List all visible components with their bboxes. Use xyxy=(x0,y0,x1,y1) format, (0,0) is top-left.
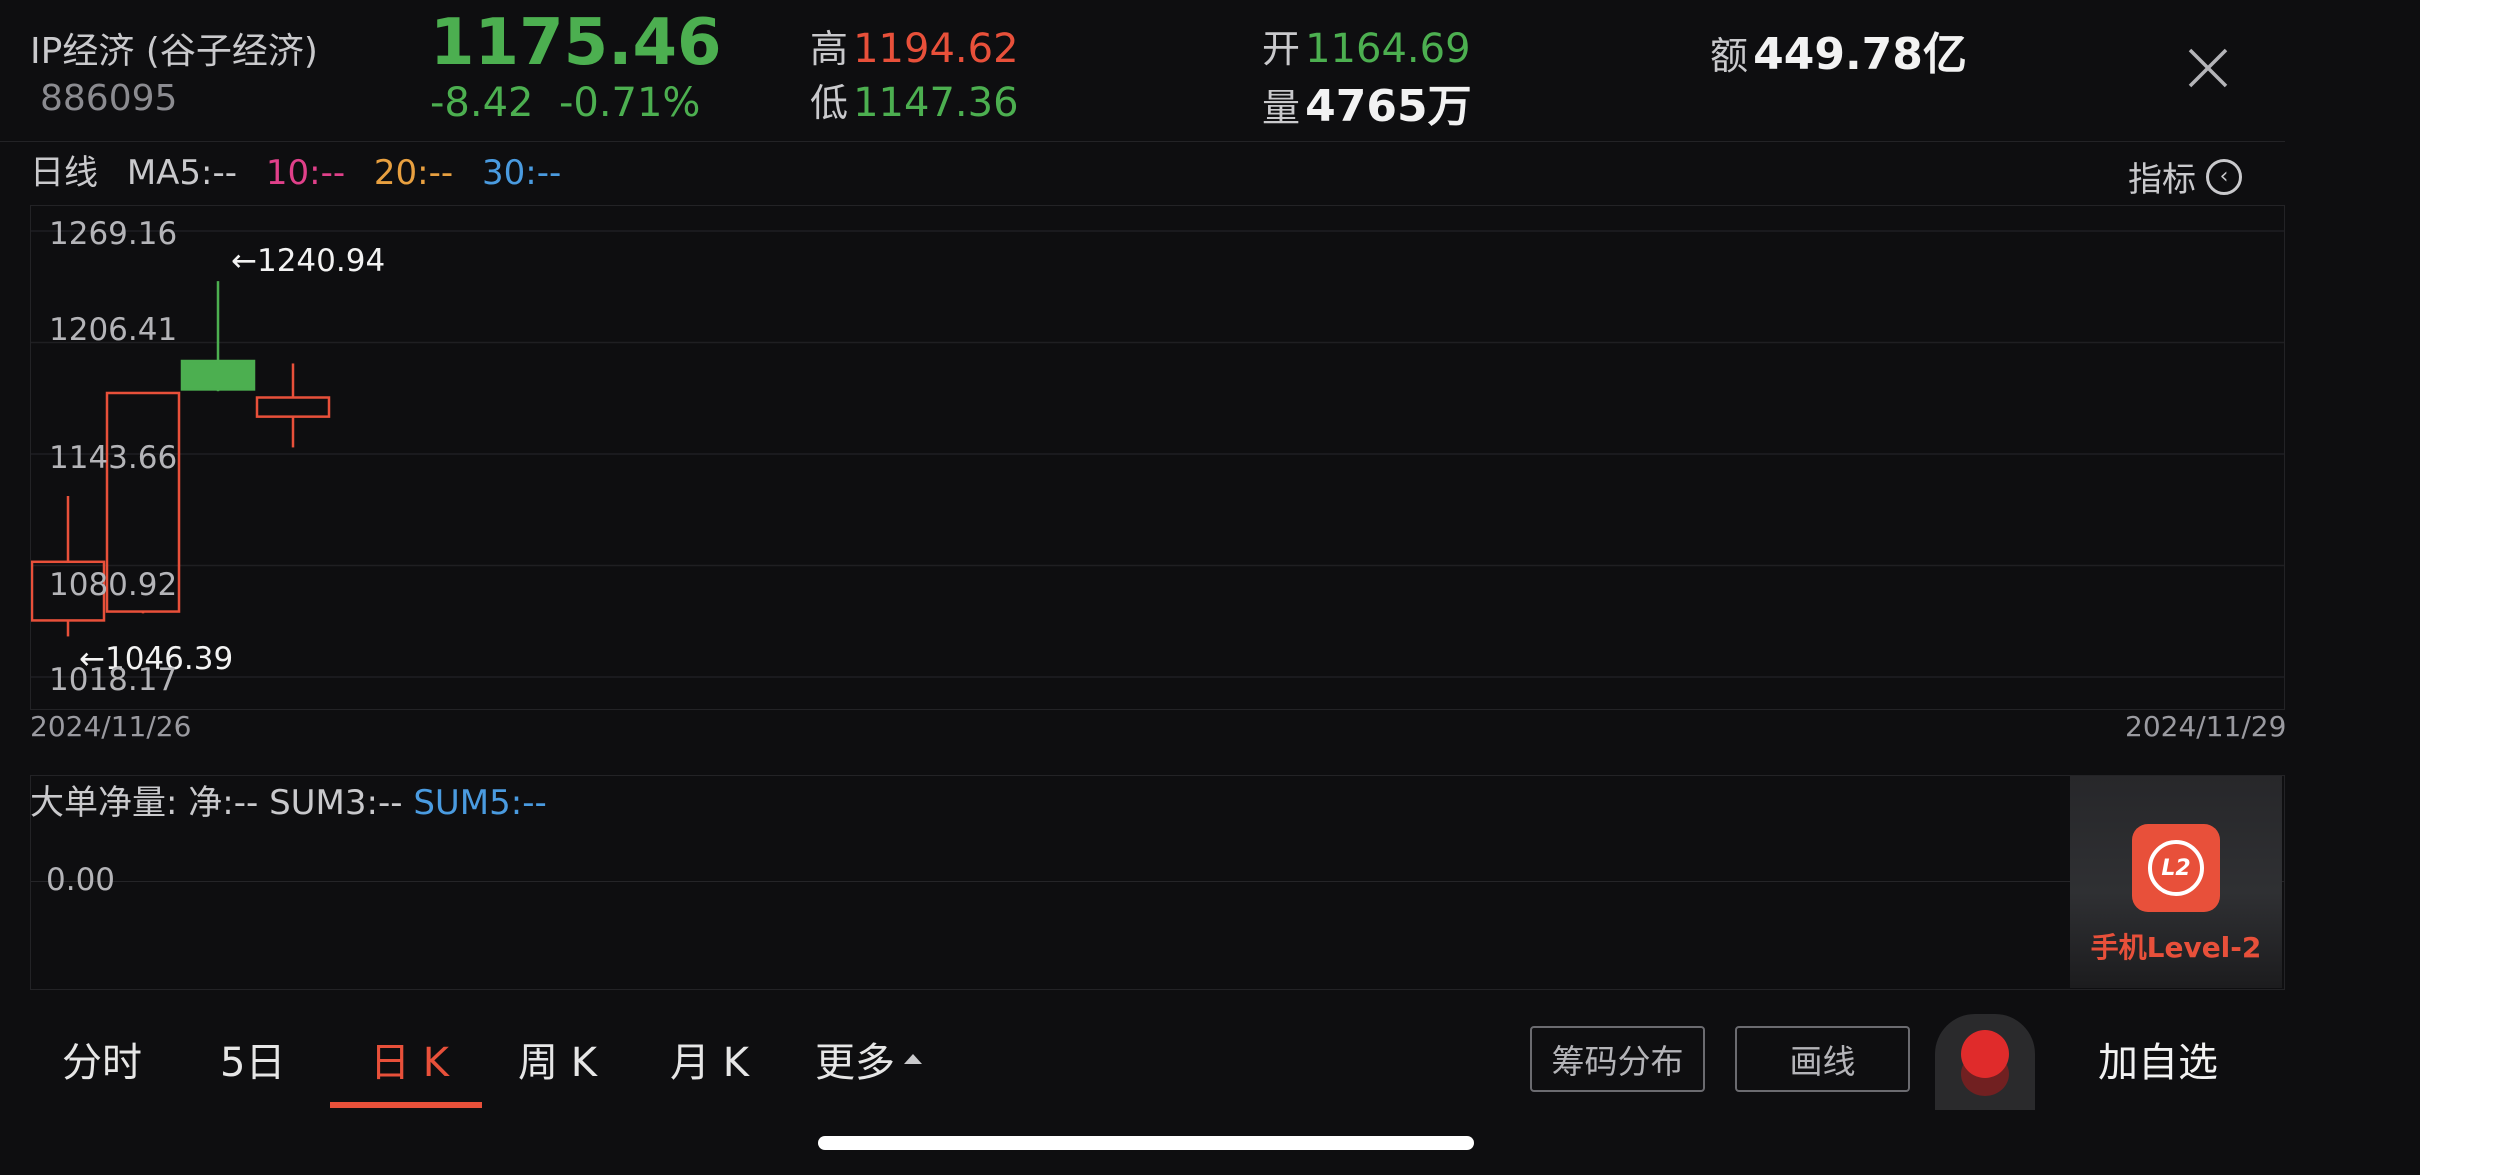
candle-body xyxy=(180,359,256,391)
record-dot-icon xyxy=(1961,1030,2009,1078)
tab-intraday[interactable]: 分时 xyxy=(62,1030,142,1088)
sum5-label: SUM5:-- xyxy=(413,783,547,823)
low-label: 低 xyxy=(810,81,849,125)
sum3-label: SUM3:-- xyxy=(269,783,403,823)
x-start-date: 2024/11/26 xyxy=(30,710,192,743)
active-tab-indicator xyxy=(330,1102,482,1108)
y-tick-label: 1143.66 xyxy=(49,440,178,476)
draw-line-button[interactable]: 画线 xyxy=(1735,1026,1910,1092)
close-icon[interactable] xyxy=(2184,44,2232,92)
ma5-label: MA5:-- xyxy=(126,153,238,193)
big-order-title: 大单净量: xyxy=(30,783,178,823)
home-indicator xyxy=(818,1136,1474,1150)
period-label: 日线 xyxy=(30,153,98,193)
app-window: IP经济 (谷子经济) 886095 1175.46 -8.42 -0.71% … xyxy=(0,0,2420,1175)
chevron-left-icon: ‹ xyxy=(2206,158,2242,195)
open-quote: 开 1164.69 xyxy=(1262,18,1471,73)
y-tick-label: 1206.41 xyxy=(49,312,178,348)
price-change: -8.42 -0.71% xyxy=(430,80,700,126)
header-divider xyxy=(0,141,2285,142)
indicator-button[interactable]: 指标 ‹ xyxy=(2128,152,2242,201)
y-tick-label: 1269.16 xyxy=(49,216,178,252)
x-end-date: 2024/11/29 xyxy=(2125,710,2287,743)
tab-5day[interactable]: 5日 xyxy=(220,1030,285,1088)
tab-monthly-k[interactable]: 月 K xyxy=(670,1030,749,1088)
volume-value: 4765万 xyxy=(1305,81,1472,132)
high-quote: 高 1194.62 xyxy=(810,18,1019,73)
caret-up-icon xyxy=(904,1054,922,1064)
tab-more-label: 更多 xyxy=(815,1040,895,1086)
max-price-marker: ←1240.94 xyxy=(231,243,385,279)
tab-daily-k[interactable]: 日 K xyxy=(370,1030,449,1088)
low-quote: 低 1147.36 xyxy=(810,72,1019,127)
high-value: 1194.62 xyxy=(853,26,1019,72)
chips-distribution-button[interactable]: 筹码分布 xyxy=(1530,1026,1705,1092)
ma20-label: 20:-- xyxy=(373,153,454,193)
high-label: 高 xyxy=(810,27,849,71)
open-value: 1164.69 xyxy=(1305,26,1471,72)
level2-icon: L2 xyxy=(2132,824,2220,912)
zero-line xyxy=(31,881,2284,882)
kline-chart-svg: ←1240.94←1046.39 xyxy=(31,230,2284,678)
ma-legend: 日线 MA5:-- 10:-- 20:-- 30:-- xyxy=(30,145,579,194)
sub-y-tick: 0.00 xyxy=(46,862,116,898)
open-label: 开 xyxy=(1262,27,1301,71)
indicator-label: 指标 xyxy=(2128,160,2196,200)
tab-weekly-k[interactable]: 周 K xyxy=(518,1030,597,1088)
y-tick-label: 1080.92 xyxy=(49,567,178,603)
low-value: 1147.36 xyxy=(853,80,1019,126)
stock-code: 886095 xyxy=(40,78,178,119)
volume-quote: 量 4765万 xyxy=(1262,70,1472,134)
tab-more[interactable]: 更多 xyxy=(815,1030,925,1088)
level2-promo[interactable]: L2 手机Level-2 xyxy=(2070,776,2282,988)
y-tick-label: 1018.17 xyxy=(49,662,178,698)
stock-name: IP经济 (谷子经济) xyxy=(30,31,318,72)
amount-label: 额 xyxy=(1710,34,1749,78)
level2-label: 手机Level-2 xyxy=(2090,931,2262,964)
change-percent: -0.71% xyxy=(558,80,701,126)
add-to-watchlist-button[interactable]: 加自选 xyxy=(2098,1030,2218,1088)
ma30-label: 30:-- xyxy=(482,153,562,193)
amount-value: 449.78亿 xyxy=(1753,29,1967,80)
amount-quote: 额 449.78亿 xyxy=(1710,18,1967,82)
change-value: -8.42 xyxy=(430,80,534,126)
net-label: 净:-- xyxy=(188,783,259,823)
big-order-legend: 大单净量: 净:-- SUM3:-- SUM5:-- xyxy=(30,775,547,824)
volume-label: 量 xyxy=(1262,86,1301,130)
current-price: 1175.46 xyxy=(430,6,722,80)
record-button[interactable] xyxy=(1935,1014,2035,1110)
kline-chart[interactable]: ←1240.94 ←1046.39 1269.16 1206.41 1143.66… xyxy=(30,205,2285,710)
candle-body xyxy=(255,396,331,418)
ma10-label: 10:-- xyxy=(265,153,346,193)
